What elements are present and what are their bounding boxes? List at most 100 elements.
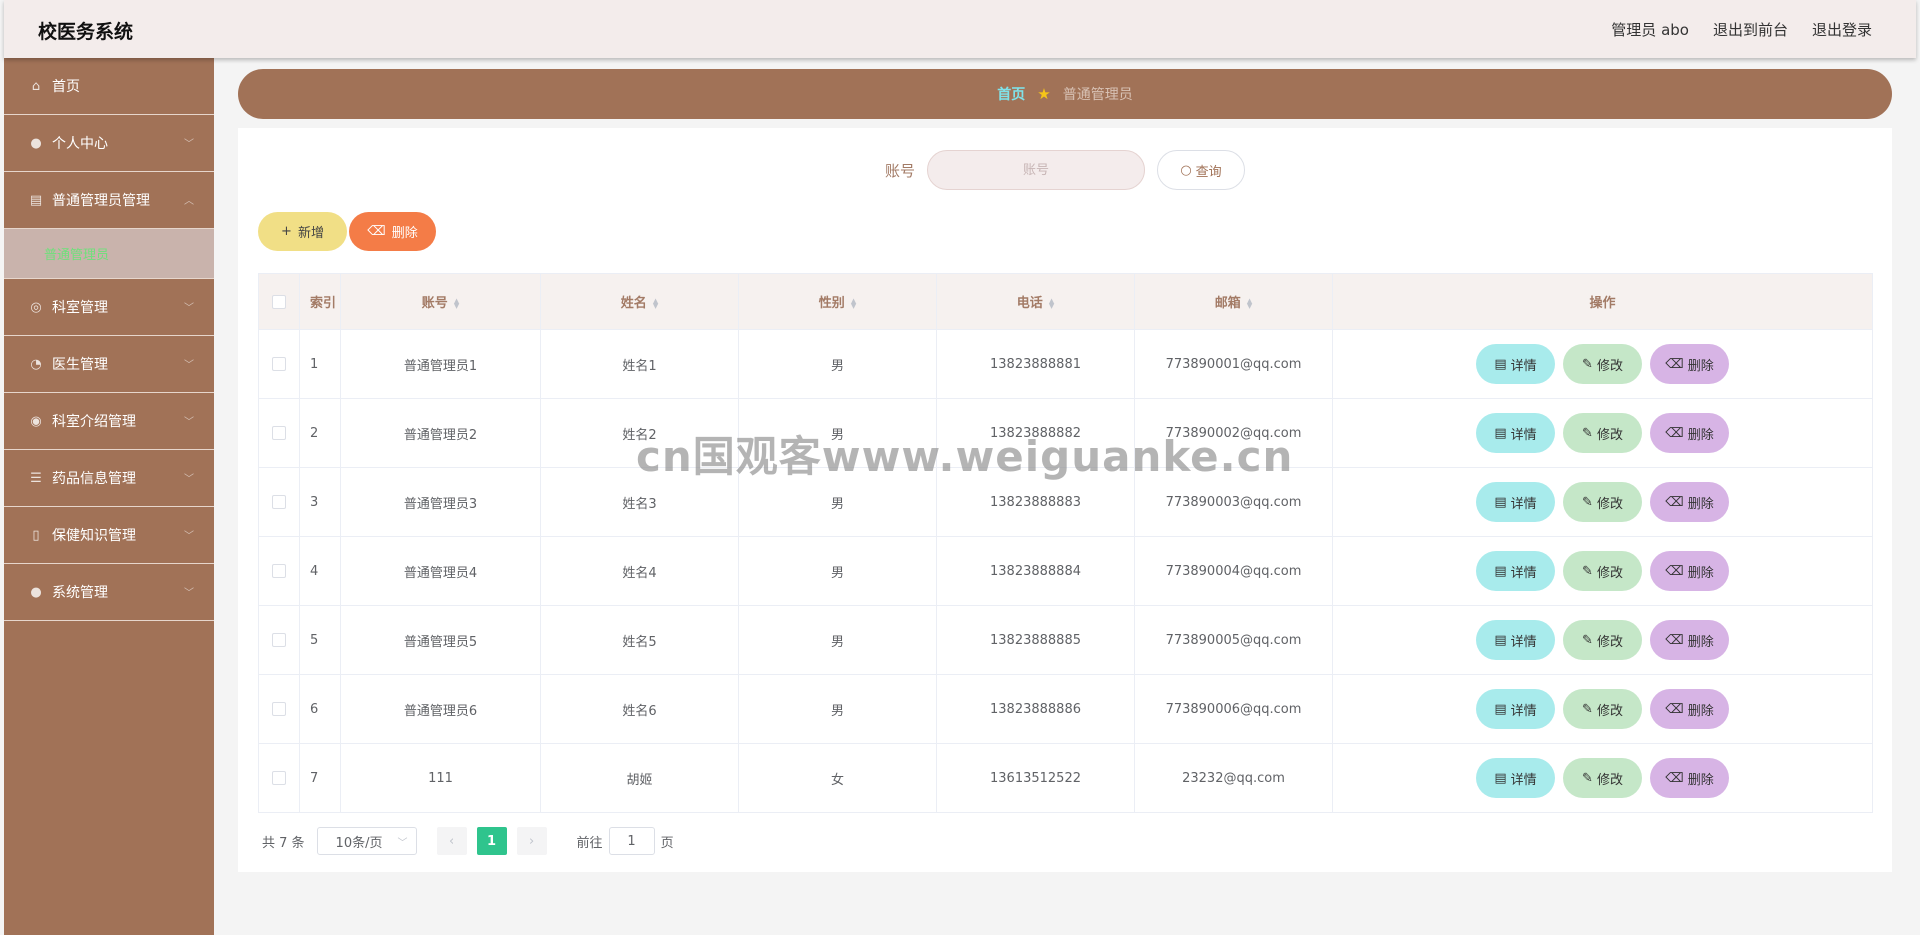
cell-index: 6	[299, 674, 341, 744]
cell-index: 5	[299, 605, 341, 675]
goto-page-input[interactable]	[608, 827, 655, 855]
delete-button[interactable]: ⌫ 删除	[1650, 758, 1729, 798]
breadcrumb-current: 普通管理员	[1062, 87, 1133, 103]
sort-icon[interactable]: ▲ ▼	[1247, 297, 1252, 309]
delete-button-label: 删除	[1687, 565, 1714, 581]
sidebar-item-label: 保健知识管理	[52, 528, 136, 544]
pencil-icon: ✎	[1582, 494, 1593, 510]
delete-button[interactable]: ⌫ 删除	[1650, 344, 1729, 384]
pencil-icon: ✎	[1582, 632, 1593, 648]
exit-to-front-link[interactable]: 退出到前台	[1713, 19, 1788, 40]
cell-phone: 13823888884	[936, 536, 1135, 606]
delete-button[interactable]: ⌫ 删除	[1650, 689, 1729, 729]
row-checkbox[interactable]	[272, 564, 286, 578]
delete-button-label: 删除	[1687, 496, 1714, 512]
cell-ops: ▤ 详情 ✎ 修改 ⌫ 删除	[1332, 329, 1873, 399]
sidebar-item-admin-management[interactable]: ▤ 普通管理员管理 ︿	[4, 172, 214, 229]
header-name[interactable]: 姓名 ▲ ▼	[540, 273, 739, 330]
search-bar: 账号 ○ 查询	[238, 150, 1892, 190]
detail-button[interactable]: ▤ 详情	[1476, 344, 1555, 384]
delete-button[interactable]: ⌫ 删除	[1650, 551, 1729, 591]
delete-button[interactable]: ⌫ 删除	[1650, 482, 1729, 522]
cell-email: 773890006@qq.com	[1134, 674, 1333, 744]
sort-icon[interactable]: ▲ ▼	[653, 297, 658, 309]
edit-button[interactable]: ✎ 修改	[1563, 482, 1642, 522]
row-checkbox[interactable]	[272, 633, 286, 647]
select-all-checkbox[interactable]	[272, 294, 286, 309]
sort-icon[interactable]: ▲ ▼	[454, 297, 459, 309]
header-email[interactable]: 邮箱 ▲ ▼	[1134, 273, 1333, 330]
plus-icon: +	[281, 224, 292, 239]
add-button[interactable]: + 新增	[258, 212, 347, 251]
detail-button[interactable]: ▤ 详情	[1476, 413, 1555, 453]
sidebar-item-health-knowledge[interactable]: ▯ 保健知识管理 ﹀	[4, 507, 214, 564]
page-size-select[interactable]: 10条/页 ﹀	[316, 827, 417, 855]
row-checkbox[interactable]	[272, 702, 286, 716]
sidebar-item-medicine[interactable]: ☰ 药品信息管理 ﹀	[4, 450, 214, 507]
sort-icon[interactable]: ▲ ▼	[1049, 297, 1054, 309]
edit-button-label: 修改	[1596, 703, 1623, 719]
row-checkbox[interactable]	[272, 426, 286, 440]
row-checkbox[interactable]	[272, 357, 286, 371]
trash-icon: ⌫	[1665, 563, 1684, 579]
cell-ops: ▤ 详情 ✎ 修改 ⌫ 删除	[1332, 743, 1873, 813]
phone-icon: ▯	[32, 527, 40, 543]
cell-account: 普通管理员4	[340, 536, 541, 606]
page-number-current[interactable]: 1	[476, 827, 507, 855]
logout-link[interactable]: 退出登录	[1812, 19, 1872, 40]
sidebar-item-label: 普通管理员管理	[52, 193, 150, 209]
sidebar-item-home[interactable]: ⌂ 首页	[4, 58, 214, 115]
header-phone[interactable]: 电话 ▲ ▼	[936, 273, 1135, 330]
sidebar-item-department-intro[interactable]: ◉ 科室介绍管理 ﹀	[4, 393, 214, 450]
delete-button[interactable]: ⌫ 删除	[1650, 413, 1729, 453]
row-checkbox[interactable]	[272, 771, 286, 785]
detail-button[interactable]: ▤ 详情	[1476, 758, 1555, 798]
sidebar-item-label: 科室介绍管理	[52, 414, 136, 430]
delete-button-label: 删除	[1687, 427, 1714, 443]
sidebar-item-personal-center[interactable]: ● 个人中心 ﹀	[4, 115, 214, 172]
bell-icon: ◔	[30, 356, 42, 372]
header-index: 索引	[299, 273, 341, 330]
edit-button[interactable]: ✎ 修改	[1563, 620, 1642, 660]
prev-page-button[interactable]: ‹	[436, 827, 467, 855]
detail-button-label: 详情	[1510, 634, 1537, 650]
sidebar-item-system[interactable]: ● 系统管理 ﹀	[4, 564, 214, 621]
detail-button[interactable]: ▤ 详情	[1476, 689, 1555, 729]
detail-button[interactable]: ▤ 详情	[1476, 482, 1555, 522]
bulk-delete-button[interactable]: ⌫ 删除	[349, 212, 436, 251]
breadcrumb: 首页 ★ 普通管理员	[238, 69, 1892, 119]
edit-button[interactable]: ✎ 修改	[1563, 413, 1642, 453]
edit-button[interactable]: ✎ 修改	[1563, 689, 1642, 729]
delete-button[interactable]: ⌫ 删除	[1650, 620, 1729, 660]
detail-button[interactable]: ▤ 详情	[1476, 620, 1555, 660]
cell-index: 4	[299, 536, 341, 606]
sidebar-item-department[interactable]: ◎ 科室管理 ﹀	[4, 279, 214, 336]
row-checkbox-cell	[258, 743, 300, 813]
search-button-label: 查询	[1195, 164, 1222, 180]
detail-button-label: 详情	[1510, 565, 1537, 581]
edit-button[interactable]: ✎ 修改	[1563, 758, 1642, 798]
sort-icon[interactable]: ▲ ▼	[851, 297, 856, 309]
table-row: 4 普通管理员4 姓名4 男 13823888884 773890004@qq.com ▤ 详…	[258, 536, 1873, 606]
table-row: 1 普通管理员1 姓名1 男 13823888881 773890001@qq.com ▤ 详…	[258, 329, 1873, 399]
detail-button-label: 详情	[1510, 427, 1537, 443]
cell-email: 773890002@qq.com	[1134, 398, 1333, 468]
cell-index: 7	[299, 743, 341, 813]
delete-button-label: 删除	[1687, 772, 1714, 788]
search-input[interactable]	[927, 150, 1145, 190]
search-button[interactable]: ○ 查询	[1157, 150, 1245, 190]
sidebar-subitem-admin[interactable]: 普通管理员	[4, 229, 214, 279]
chevron-down-icon: ﹀	[397, 837, 408, 849]
edit-button[interactable]: ✎ 修改	[1563, 551, 1642, 591]
document-icon: ▤	[1494, 632, 1507, 648]
next-page-button[interactable]: ›	[516, 827, 547, 855]
header-gender[interactable]: 性别 ▲ ▼	[738, 273, 937, 330]
admin-user-label: 管理员 abo	[1611, 21, 1689, 39]
sidebar-item-doctor[interactable]: ◔ 医生管理 ﹀	[4, 336, 214, 393]
detail-button[interactable]: ▤ 详情	[1476, 551, 1555, 591]
cell-index: 1	[299, 329, 341, 399]
header-account[interactable]: 账号 ▲ ▼	[340, 273, 541, 330]
row-checkbox[interactable]	[272, 495, 286, 509]
edit-button[interactable]: ✎ 修改	[1563, 344, 1642, 384]
breadcrumb-home[interactable]: 首页	[997, 84, 1025, 104]
